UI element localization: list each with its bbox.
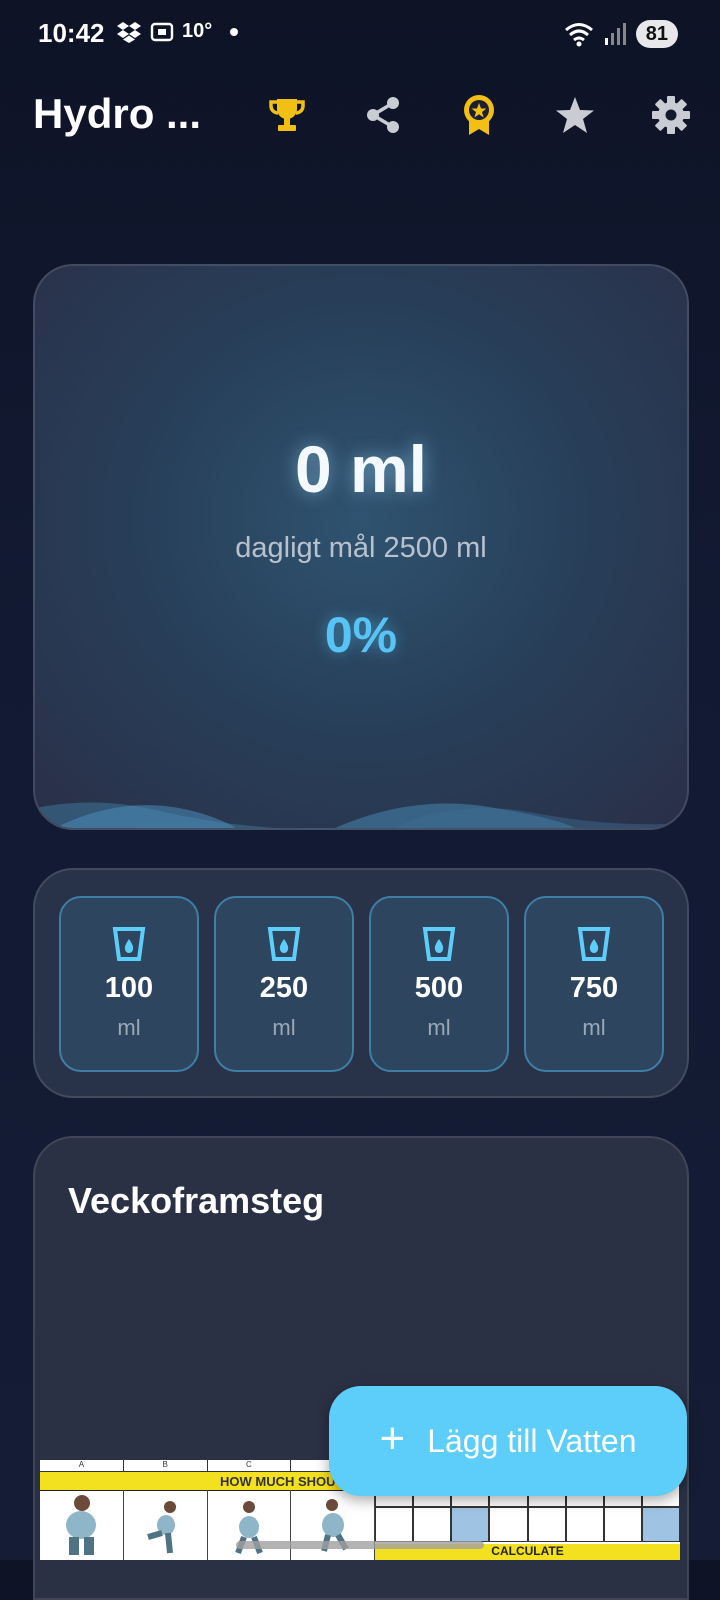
quick-add-panel: 100 ml 250 ml 500 ml 750 ml: [33, 868, 689, 1098]
badge-icon: [464, 95, 494, 135]
ad-header-cell: A: [40, 1460, 124, 1472]
status-time: 10:42: [38, 18, 105, 48]
ad-header-cell: B: [123, 1460, 208, 1472]
ad-headline: HOW MUCH SHOU: [220, 1474, 336, 1489]
screenshot-icon: [150, 22, 174, 41]
add-water-label: Lägg till Vatten: [427, 1422, 637, 1459]
plus-icon: +: [379, 1414, 406, 1463]
glass-icon: [267, 927, 301, 961]
progress-percent: 0%: [324, 607, 398, 663]
hydration-progress-card: 0 ml dagligt mål 2500 ml 0%: [33, 264, 689, 830]
quick-add-unit: ml: [272, 1015, 296, 1040]
dropbox-icon: [117, 21, 141, 43]
weekly-progress-title: Veckoframsteg: [68, 1180, 325, 1221]
water-wave: [35, 802, 687, 828]
ad-figure-image: [40, 1490, 124, 1560]
quick-add-value: 500: [414, 972, 464, 1004]
achievements-button[interactable]: [262, 90, 312, 140]
status-temperature: 10°: [182, 20, 213, 42]
rewards-button[interactable]: [454, 90, 504, 140]
add-water-button[interactable]: + Lägg till Vatten: [329, 1386, 687, 1496]
quick-add-unit: ml: [117, 1015, 141, 1040]
app-title: Hydro ...: [33, 90, 202, 137]
rate-button[interactable]: [550, 90, 600, 140]
ad-figure-image: [208, 1490, 292, 1560]
quick-add-value: 250: [259, 972, 309, 1004]
quick-add-unit: ml: [427, 1015, 451, 1040]
glass-icon: [422, 927, 456, 961]
ad-figure-image: [124, 1490, 208, 1560]
share-button[interactable]: [358, 90, 408, 140]
current-intake: 0 ml: [294, 432, 428, 506]
ad-header-cell: C: [207, 1460, 292, 1472]
quick-add-250-button[interactable]: 250 ml: [214, 896, 354, 1072]
status-bar: 10:42 10° 81: [0, 0, 720, 70]
settings-button[interactable]: [646, 90, 696, 140]
share-icon: [367, 97, 399, 133]
star-icon: [556, 97, 594, 133]
glass-icon: [112, 927, 146, 961]
home-indicator[interactable]: [236, 1541, 484, 1549]
notification-dot-icon: [230, 27, 239, 36]
quick-add-750-button[interactable]: 750 ml: [524, 896, 664, 1072]
quick-add-500-button[interactable]: 500 ml: [369, 896, 509, 1072]
quick-add-unit: ml: [582, 1015, 606, 1040]
quick-add-value: 750: [569, 972, 619, 1004]
daily-goal-label: dagligt mål 2500 ml: [235, 532, 487, 564]
app-bar: Hydro ...: [0, 70, 720, 160]
quick-add-value: 100: [104, 972, 154, 1004]
glass-icon: [577, 927, 611, 961]
trophy-icon: [269, 99, 305, 131]
wifi-icon: [564, 23, 593, 47]
gear-icon: [652, 96, 690, 134]
battery-indicator: 81: [635, 20, 678, 48]
ad-figure-image: [291, 1490, 375, 1560]
signal-icon: [604, 23, 626, 45]
quick-add-100-button[interactable]: 100 ml: [59, 896, 199, 1072]
